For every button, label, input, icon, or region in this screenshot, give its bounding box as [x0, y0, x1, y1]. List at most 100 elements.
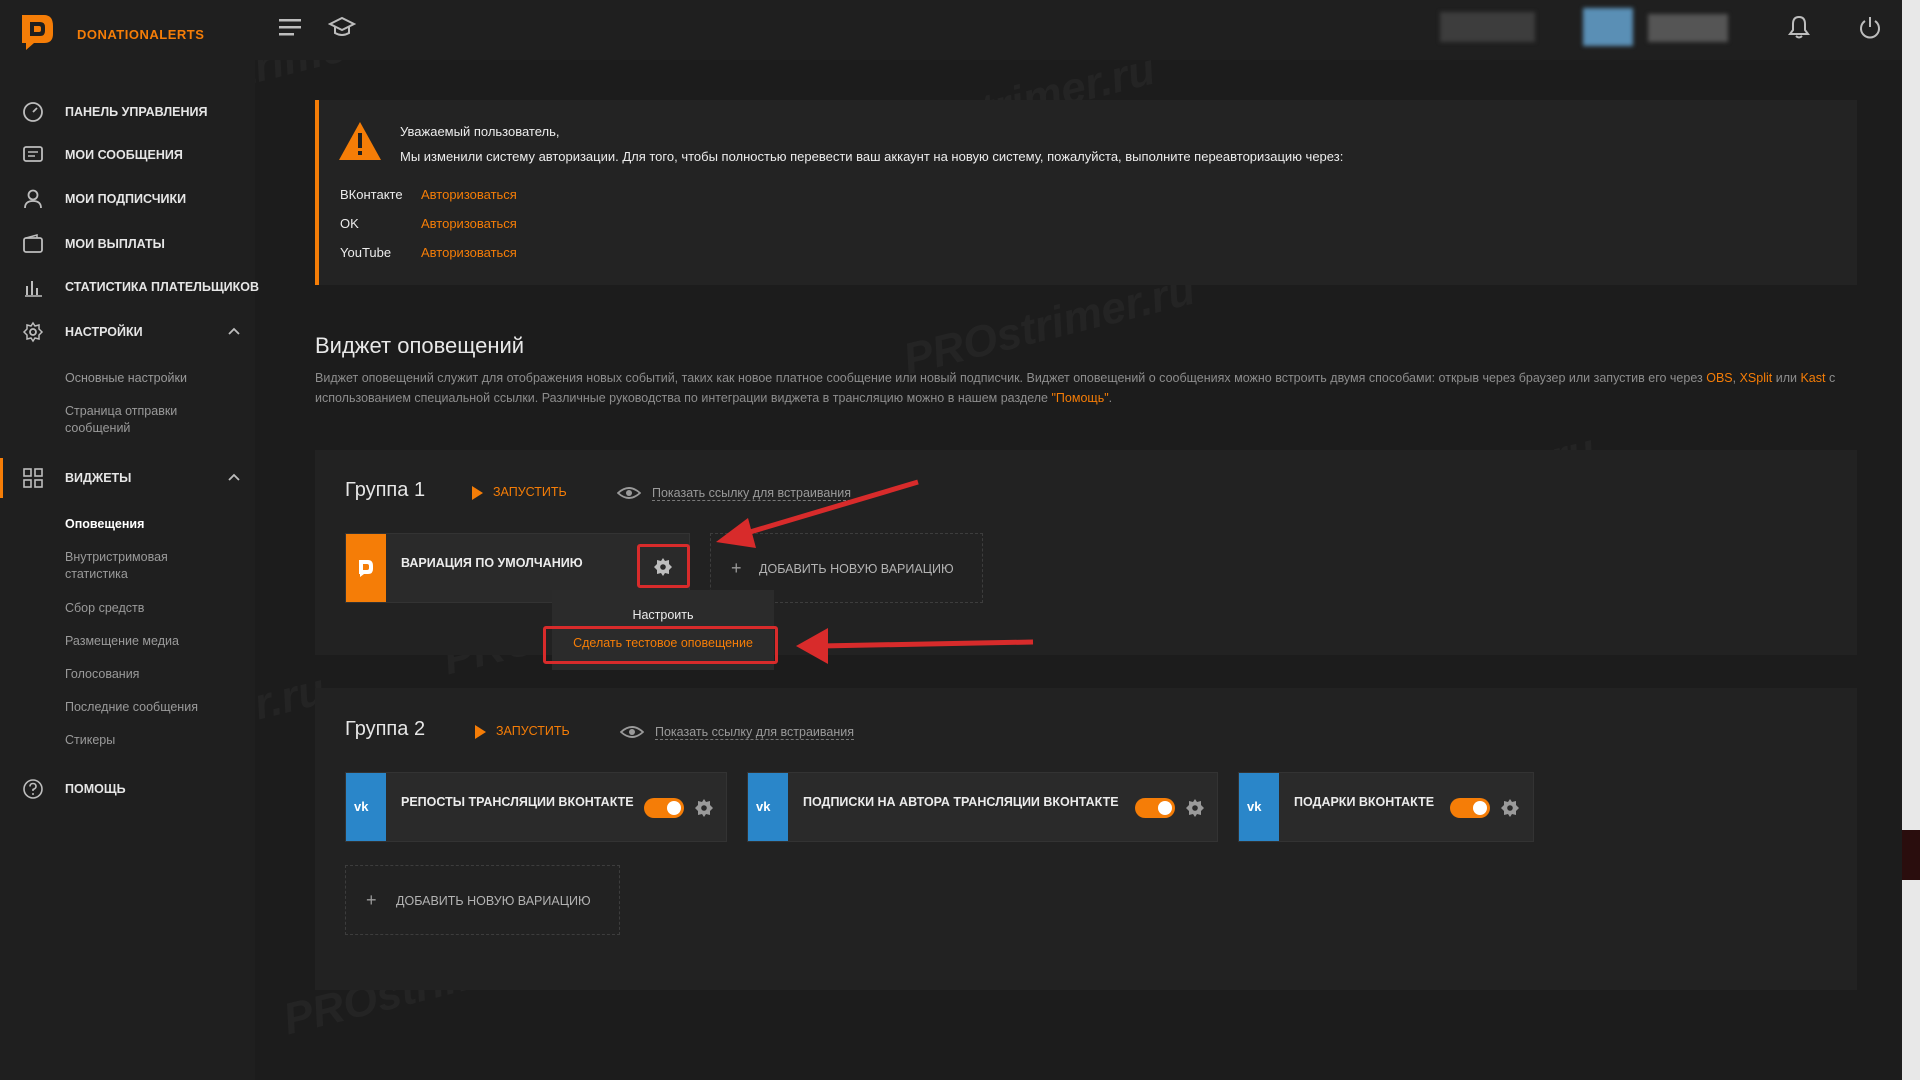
notice-text: Мы изменили систему авторизации. Для тог…: [400, 149, 1344, 164]
sidebar-item-label: ПОМОЩЬ: [65, 782, 126, 796]
embed-link[interactable]: Показать ссылку для встраивания: [655, 725, 855, 740]
bell-icon[interactable]: [1785, 14, 1813, 40]
sidebar-sub-fundraising[interactable]: Сбор средств: [65, 600, 245, 617]
add-variation-label: ДОБАВИТЬ НОВУЮ ВАРИАЦИЮ: [759, 562, 954, 576]
sidebar: ПАНЕЛЬ УПРАВЛЕНИЯ МОИ СООБЩЕНИЯ МОИ ПОДП…: [0, 60, 259, 1080]
description-text: .: [1108, 391, 1113, 405]
play-icon: [475, 724, 486, 739]
description-text: Виджет оповещений служит для отображения…: [315, 371, 1707, 385]
gear-icon[interactable]: [1185, 798, 1205, 818]
auth-link-vk[interactable]: Авторизоваться: [421, 187, 517, 202]
sidebar-item-settings[interactable]: НАСТРОЙКИ: [0, 312, 255, 352]
vk-icon: vk: [1247, 799, 1262, 814]
sidebar-sub-polls[interactable]: Голосования: [65, 666, 245, 683]
variation-stripe: [346, 534, 386, 602]
variation-toggle[interactable]: [1135, 798, 1175, 818]
section-description: Виджет оповещений служит для отображения…: [315, 368, 1855, 408]
sidebar-item-widgets[interactable]: ВИДЖЕТЫ: [0, 458, 255, 498]
description-text: ,: [1732, 371, 1737, 385]
sidebar-sub-send-page[interactable]: Страница отправки сообщений: [65, 403, 215, 437]
sidebar-item-payer-stats[interactable]: СТАТИСТИКА ПЛАТЕЛЬЩИКОВ: [0, 267, 259, 307]
blurred-username[interactable]: [1648, 14, 1728, 42]
plus-icon: +: [731, 558, 742, 578]
top-bar: DONATIONALERTS: [0, 0, 1902, 60]
add-variation-button[interactable]: + ДОБАВИТЬ НОВУЮ ВАРИАЦИЮ: [345, 865, 620, 935]
variation-stripe: vk: [346, 773, 386, 841]
warning-icon: [339, 122, 381, 160]
gear-icon: [22, 321, 44, 343]
plus-icon: +: [366, 890, 377, 910]
chevron-up-icon[interactable]: [227, 472, 241, 482]
play-icon: [472, 485, 483, 500]
variation-card-vk-gifts[interactable]: vk ПОДАРКИ ВКОНТАКТЕ: [1238, 772, 1534, 842]
auth-link-ok[interactable]: Авторизоваться: [421, 216, 517, 231]
sidebar-sub-last-messages[interactable]: Последние сообщения: [65, 699, 245, 716]
sidebar-sub-general-settings[interactable]: Основные настройки: [65, 370, 245, 387]
group-title: Группа 2: [345, 718, 426, 740]
sidebar-item-messages[interactable]: МОИ СООБЩЕНИЯ: [0, 135, 255, 175]
gear-icon[interactable]: [694, 798, 714, 818]
scrollbar-thumb[interactable]: [1902, 830, 1920, 880]
run-button[interactable]: ЗАПУСТИТЬ: [472, 485, 567, 500]
blurred-balance: [1440, 12, 1535, 42]
vk-icon: vk: [756, 799, 771, 814]
variation-title: ПОДПИСКИ НА АВТОРА ТРАНСЛЯЦИИ ВКОНТАКТЕ: [803, 795, 1119, 809]
menu-item-configure[interactable]: Настроить: [552, 608, 774, 622]
sidebar-item-payouts[interactable]: МОИ ВЫПЛАТЫ: [0, 224, 255, 264]
sidebar-item-label: СТАТИСТИКА ПЛАТЕЛЬЩИКОВ: [65, 280, 260, 294]
sidebar-item-subscribers[interactable]: МОИ ПОДПИСЧИКИ: [0, 179, 255, 219]
sidebar-item-label: НАСТРОЙКИ: [65, 325, 143, 339]
kast-link[interactable]: Kast: [1800, 371, 1825, 385]
variation-card-vk-subscriptions[interactable]: vk ПОДПИСКИ НА АВТОРА ТРАНСЛЯЦИИ ВКОНТАК…: [747, 772, 1218, 842]
bar-chart-icon: [25, 281, 42, 297]
variation-toggle[interactable]: [1450, 798, 1490, 818]
description-text: или: [1772, 371, 1801, 385]
graduation-cap-icon[interactable]: [328, 14, 356, 40]
menu-icon[interactable]: [277, 14, 305, 40]
vk-icon: vk: [354, 799, 369, 814]
auth-link-youtube[interactable]: Авторизоваться: [421, 245, 517, 260]
eye-icon[interactable]: [620, 724, 644, 740]
eye-icon[interactable]: [617, 485, 641, 501]
gear-icon[interactable]: [1500, 798, 1520, 818]
embed-link[interactable]: Показать ссылку для встраивания: [652, 486, 852, 501]
add-variation-label: ДОБАВИТЬ НОВУЮ ВАРИАЦИЮ: [396, 894, 591, 908]
run-button-label: ЗАПУСТИТЬ: [493, 485, 567, 499]
sidebar-item-label: МОИ СООБЩЕНИЯ: [65, 148, 183, 162]
variation-title: РЕПОСТЫ ТРАНСЛЯЦИИ ВКОНТАКТЕ: [401, 795, 634, 809]
sidebar-sub-media[interactable]: Размещение медиа: [65, 633, 245, 650]
sidebar-sub-alerts[interactable]: Оповещения: [65, 516, 245, 533]
help-link[interactable]: "Помощь": [1052, 391, 1109, 405]
variation-stripe: vk: [1239, 773, 1279, 841]
highlight-test-alert: [543, 626, 778, 664]
dashboard-icon: [23, 102, 43, 122]
run-button-label: ЗАПУСТИТЬ: [496, 724, 570, 738]
logo-icon[interactable]: [18, 12, 56, 52]
grid-icon: [23, 468, 43, 488]
sidebar-item-label: ПАНЕЛЬ УПРАВЛЕНИЯ: [65, 105, 208, 119]
variation-card-vk-reposts[interactable]: vk РЕПОСТЫ ТРАНСЛЯЦИИ ВКОНТАКТЕ: [345, 772, 727, 842]
auth-network-youtube: YouTube: [340, 245, 392, 260]
sidebar-item-help[interactable]: ПОМОЩЬ: [0, 769, 255, 809]
avatar[interactable]: [1583, 8, 1633, 46]
messages-icon: [23, 146, 43, 162]
sidebar-sub-stream-stats[interactable]: Внутристримовая статистика: [65, 549, 185, 583]
group-title: Группа 1: [345, 479, 426, 501]
page-title: Виджет оповещений: [315, 333, 525, 358]
auth-network-vk: ВКонтакте: [340, 187, 403, 202]
help-icon: [23, 779, 43, 799]
obs-link[interactable]: OBS: [1706, 371, 1732, 385]
run-button[interactable]: ЗАПУСТИТЬ: [475, 724, 570, 739]
variation-title: ВАРИАЦИЯ ПО УМОЛЧАНИЮ: [401, 556, 583, 570]
scrollbar[interactable]: [1902, 0, 1920, 1080]
sidebar-sub-stickers[interactable]: Стикеры: [65, 732, 245, 749]
variation-title: ПОДАРКИ ВКОНТАКТЕ: [1294, 795, 1435, 809]
sidebar-item-dashboard[interactable]: ПАНЕЛЬ УПРАВЛЕНИЯ: [0, 92, 255, 132]
power-icon[interactable]: [1856, 14, 1884, 40]
highlight-gear: [637, 544, 690, 588]
variation-toggle[interactable]: [644, 798, 684, 818]
xsplit-link[interactable]: XSplit: [1740, 371, 1773, 385]
brand-name[interactable]: DONATIONALERTS: [77, 27, 204, 42]
chevron-up-icon[interactable]: [227, 326, 241, 336]
notice-title: Уважаемый пользователь,: [400, 124, 560, 139]
